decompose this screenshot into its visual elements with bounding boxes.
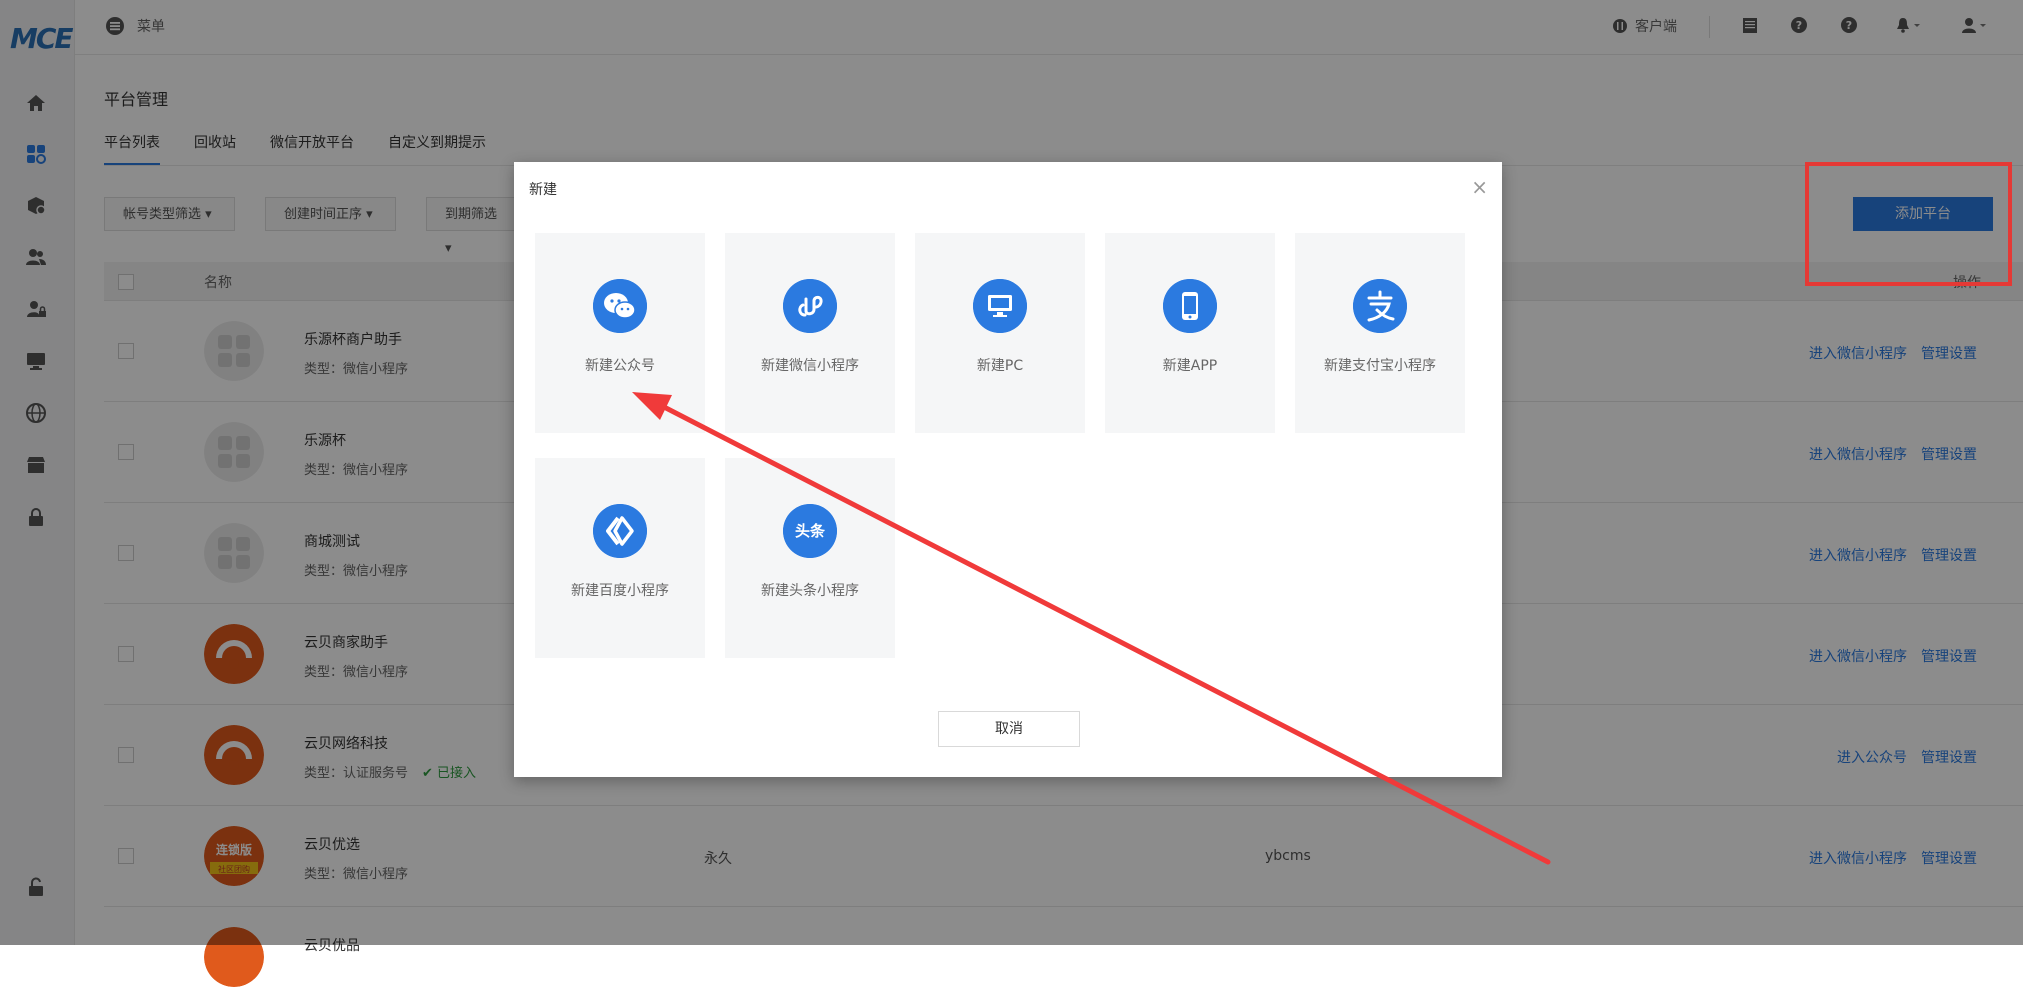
red-arrow-annotation bbox=[632, 392, 1551, 865]
